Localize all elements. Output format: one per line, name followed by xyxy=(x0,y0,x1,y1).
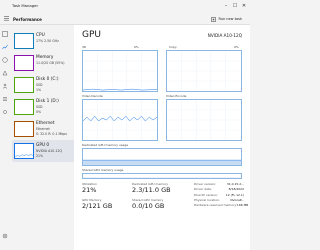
dedicated-memory-label: Dedicated GPU memory usage xyxy=(82,143,129,147)
sidebar-item-label: Disk 0 (C:) xyxy=(36,77,59,82)
graph-shared-memory xyxy=(82,173,242,179)
dedicated-memory-fill xyxy=(83,159,241,165)
users-icon[interactable] xyxy=(2,83,8,89)
sidebar-item-usage: S: 32.0 R: 0.1 Mbps xyxy=(36,131,67,136)
sidebar-item-detail: NVIDIA A10-12Q xyxy=(36,149,63,153)
settings-icon[interactable] xyxy=(2,233,8,239)
graph-copy xyxy=(166,50,242,92)
graph-video-decode-label: Video Decode xyxy=(82,94,103,98)
sidebar-item-usage: 21% xyxy=(36,153,44,158)
gpu0-thumbnail xyxy=(14,143,34,159)
ethernet-thumbnail xyxy=(14,121,34,137)
graph-video-decode-grid xyxy=(83,100,157,140)
graph-video-encode xyxy=(166,99,242,141)
minimize-icon[interactable]: – xyxy=(222,2,230,10)
close-icon[interactable]: ✕ xyxy=(240,2,248,10)
disk0-thumbnail xyxy=(14,77,34,93)
shared-memory-fill xyxy=(83,177,241,178)
sidebar-item-label: Ethernet xyxy=(36,121,55,126)
property-value: 166 MB xyxy=(236,203,249,208)
startup-apps-icon[interactable] xyxy=(2,70,8,76)
gpu-model-name: NVIDIA A10-12Q xyxy=(207,33,242,38)
app-history-icon[interactable] xyxy=(2,57,8,63)
main-panel: GPU NVIDIA A10-12Q 3D 0% Copy 0% Video D… xyxy=(74,25,250,250)
graph-copy-grid xyxy=(167,51,241,91)
device-sidebar: CPU 17% 2.50 GHz Memory 11.0/20 GB (55%)… xyxy=(10,25,80,250)
property-row: Hardware reserved memory: 166 MB xyxy=(194,203,248,208)
sidebar-item-memory[interactable]: Memory 11.0/20 GB (55%) xyxy=(12,52,80,74)
gpu-properties: Driver version: 31.0.15.2... Driver date… xyxy=(194,182,248,208)
property-key: Hardware reserved memory: xyxy=(194,203,237,208)
sidebar-item-label: Memory xyxy=(36,55,54,60)
cpu-thumbnail xyxy=(14,33,34,49)
shared-memory-label: Shared GPU memory usage xyxy=(82,168,124,172)
run-task-icon xyxy=(211,16,217,22)
graph-3d-label: 3D xyxy=(82,45,87,49)
graph-video-encode-label: Video Encode xyxy=(166,94,187,98)
stat-value: 21% xyxy=(82,186,97,194)
stat-value: 0.0/10 GB xyxy=(132,202,165,210)
run-new-task-button[interactable]: Run new task xyxy=(211,15,242,23)
title-bar: Task Manager – ☐ ✕ xyxy=(0,0,250,13)
graph-copy-pct: 0% xyxy=(234,45,239,49)
services-icon[interactable] xyxy=(2,109,8,115)
memory-thumbnail xyxy=(14,55,34,71)
sidebar-item-label: Disk 1 (D:) xyxy=(36,99,59,104)
gpu-heading: GPU xyxy=(82,30,101,40)
sidebar-item-usage: 1% xyxy=(36,87,42,92)
graph-3d-pct: 0% xyxy=(134,45,139,49)
graph-dedicated-memory xyxy=(82,148,242,166)
stat-gpu-memory: GPU Memory 2/121 GB xyxy=(82,198,112,210)
disk1-thumbnail xyxy=(14,99,34,115)
window-title: Task Manager xyxy=(12,3,39,8)
hamburger-menu-icon[interactable] xyxy=(3,15,10,22)
graph-video-encode-grid xyxy=(167,100,241,140)
sidebar-item-detail: 11.0/20 GB (55%) xyxy=(36,61,65,65)
graph-3d xyxy=(82,50,158,92)
sidebar-item-detail: 17% 2.50 GHz xyxy=(36,39,59,43)
graph-copy-label: Copy xyxy=(169,45,177,49)
sidebar-item-gpu0[interactable]: GPU 0 NVIDIA A10-12Q 21% xyxy=(12,140,80,162)
graph-3d-grid xyxy=(83,51,157,91)
sidebar-item-detail: SSD xyxy=(36,83,43,87)
processes-icon[interactable] xyxy=(2,31,8,37)
gpu0-sparkline xyxy=(15,154,33,157)
stat-value: 2/121 GB xyxy=(82,202,113,210)
graph-video-decode xyxy=(82,99,158,141)
stat-utilization: Utilization 21% xyxy=(82,182,97,194)
maximize-icon[interactable]: ☐ xyxy=(231,2,239,10)
sidebar-item-ethernet[interactable]: Ethernet Ethernet S: 32.0 R: 0.1 Mbps xyxy=(12,118,80,140)
sidebar-item-usage: 0% xyxy=(36,109,42,114)
page-title: Performance xyxy=(13,16,42,22)
stat-dedicated-memory: Dedicated GPU memory 2.3/11.0 GB xyxy=(132,182,171,194)
details-icon[interactable] xyxy=(2,96,8,102)
sidebar-item-cpu[interactable]: CPU 17% 2.50 GHz xyxy=(12,30,80,52)
header-bar: Performance Run new task xyxy=(0,13,250,25)
sidebar-item-detail: Ethernet xyxy=(36,127,50,131)
left-nav xyxy=(0,25,10,250)
stat-shared-memory: Shared GPU memory 0.0/10 GB xyxy=(132,198,164,210)
sidebar-item-label: CPU xyxy=(36,33,45,38)
sidebar-item-disk1[interactable]: Disk 1 (D:) SSD 0% xyxy=(12,96,80,118)
performance-icon[interactable] xyxy=(2,44,8,50)
run-task-label: Run new task xyxy=(218,17,242,21)
stat-value: 2.3/11.0 GB xyxy=(132,186,171,194)
sidebar-item-disk0[interactable]: Disk 0 (C:) SSD 1% xyxy=(12,74,80,96)
sidebar-item-detail: SSD xyxy=(36,105,43,109)
sidebar-item-label: GPU 0 xyxy=(36,143,50,148)
